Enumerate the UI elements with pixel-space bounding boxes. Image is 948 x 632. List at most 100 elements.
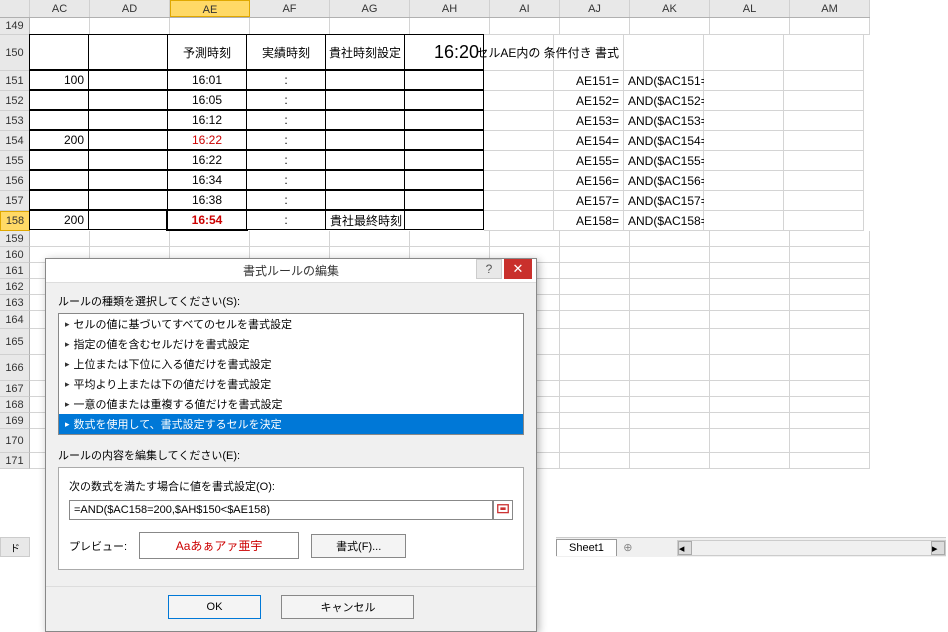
row-header-166[interactable]: 166 [0, 355, 30, 381]
row-header-169[interactable]: 169 [0, 413, 30, 429]
cell-AG152[interactable] [325, 90, 405, 110]
cell-AF156[interactable]: : [246, 170, 326, 190]
cell-AJ162[interactable] [560, 279, 630, 295]
row-header-162[interactable]: 162 [0, 279, 30, 295]
cell-AD149[interactable] [90, 18, 170, 35]
cell-AL155[interactable] [704, 151, 784, 171]
cell-AI151[interactable] [484, 71, 554, 91]
cell-AM154[interactable] [784, 131, 864, 151]
cell-AH159[interactable] [410, 231, 490, 247]
row-header-153[interactable]: 153 [0, 111, 30, 131]
ok-button[interactable]: OK [168, 595, 262, 619]
col-header-AD[interactable]: AD [90, 0, 170, 17]
cell-AM153[interactable] [784, 111, 864, 131]
rule-type-option[interactable]: セルの値に基づいてすべてのセルを書式設定 [59, 314, 523, 334]
cell-AH152[interactable] [404, 90, 484, 110]
cell-AG158[interactable]: 貴社最終時刻 [325, 210, 405, 230]
cell-AE149[interactable] [170, 18, 250, 35]
range-picker-button[interactable] [493, 500, 513, 520]
cell-AM157[interactable] [784, 191, 864, 211]
cell-AL161[interactable] [710, 263, 790, 279]
cell-AD152[interactable] [88, 90, 168, 110]
cell-AJ164[interactable] [560, 311, 630, 329]
cell-AG156[interactable] [325, 170, 405, 190]
cell-AG153[interactable] [325, 110, 405, 130]
cell-AC149[interactable] [30, 18, 90, 35]
row-header-159[interactable]: 159 [0, 231, 30, 247]
cell-AK158[interactable]: AND($AC158=200,$AH$150<$AE158) [624, 211, 704, 231]
select-all-corner[interactable] [0, 0, 30, 17]
cell-AJ163[interactable] [560, 295, 630, 311]
cell-AC154[interactable]: 200 [29, 130, 89, 150]
cell-AJ154[interactable]: AE154= [554, 131, 624, 151]
row-header-152[interactable]: 152 [0, 91, 30, 111]
cancel-button[interactable]: キャンセル [281, 595, 414, 619]
cell-AI153[interactable] [484, 111, 554, 131]
cell-AJ153[interactable]: AE153= [554, 111, 624, 131]
cell-AD156[interactable] [88, 170, 168, 190]
cell-AJ166[interactable] [560, 355, 630, 381]
row-header-165[interactable]: 165 [0, 329, 30, 355]
cell-AD158[interactable] [88, 210, 168, 230]
cell-AM156[interactable] [784, 171, 864, 191]
cell-AM161[interactable] [790, 263, 870, 279]
cell-AJ170[interactable] [560, 429, 630, 453]
cell-AG155[interactable] [325, 150, 405, 170]
cell-AG154[interactable] [325, 130, 405, 150]
cell-AM168[interactable] [790, 397, 870, 413]
cell-AM149[interactable] [790, 18, 870, 35]
col-header-AM[interactable]: AM [790, 0, 870, 17]
rule-type-option[interactable]: 指定の値を含むセルだけを書式設定 [59, 334, 523, 354]
cell-AD150[interactable] [88, 34, 168, 70]
cell-AG159[interactable] [330, 231, 410, 247]
cell-AM169[interactable] [790, 413, 870, 429]
cell-AF152[interactable]: : [246, 90, 326, 110]
cell-AK149[interactable] [630, 18, 710, 35]
cell-AD159[interactable] [90, 231, 170, 247]
cell-AH154[interactable] [404, 130, 484, 150]
cell-AM166[interactable] [790, 355, 870, 381]
cell-AM158[interactable] [784, 211, 864, 231]
cell-AC151[interactable]: 100 [29, 70, 89, 90]
cell-AM151[interactable] [784, 71, 864, 91]
cell-AJ167[interactable] [560, 381, 630, 397]
cell-AE157[interactable]: 16:38 [167, 190, 247, 210]
row-header-155[interactable]: 155 [0, 151, 30, 171]
cell-AD155[interactable] [88, 150, 168, 170]
cell-AM163[interactable] [790, 295, 870, 311]
col-header-AL[interactable]: AL [710, 0, 790, 17]
cell-AG151[interactable] [325, 70, 405, 90]
dialog-help-button[interactable]: ? [476, 259, 502, 279]
cell-AL164[interactable] [710, 311, 790, 329]
dialog-titlebar[interactable]: 書式ルールの編集 ? ✕ [46, 259, 536, 283]
cell-AJ168[interactable] [560, 397, 630, 413]
cell-AJ165[interactable] [560, 329, 630, 355]
cell-AI159[interactable] [490, 231, 560, 247]
cell-AG157[interactable] [325, 190, 405, 210]
col-header-AG[interactable]: AG [330, 0, 410, 17]
cell-AJ160[interactable] [560, 247, 630, 263]
cell-AF158[interactable]: : [246, 210, 326, 230]
cell-AD153[interactable] [88, 110, 168, 130]
cell-AI154[interactable] [484, 131, 554, 151]
cell-AJ158[interactable]: AE158= [554, 211, 624, 231]
cell-AM167[interactable] [790, 381, 870, 397]
cell-AL171[interactable] [710, 453, 790, 469]
cell-AJ161[interactable] [560, 263, 630, 279]
cell-AK152[interactable]: AND($AC152=200,$AH$150<$AE152) [624, 91, 704, 111]
cell-AH157[interactable] [404, 190, 484, 210]
cell-AK155[interactable]: AND($AC155=200,$AH$150<$AE155) [624, 151, 704, 171]
cell-AJ155[interactable]: AE155= [554, 151, 624, 171]
cell-AC156[interactable] [29, 170, 89, 190]
cell-AJ149[interactable] [560, 18, 630, 35]
row-header-167[interactable]: 167 [0, 381, 30, 397]
cell-AJ151[interactable]: AE151= [554, 71, 624, 91]
cell-AG149[interactable] [330, 18, 410, 35]
cell-AK150[interactable] [624, 35, 704, 71]
cell-AM165[interactable] [790, 329, 870, 355]
scrollbar-thumb[interactable]: ◂ [678, 541, 692, 555]
cell-AE158[interactable]: 16:54 [167, 210, 247, 230]
scrollbar-right-arrow[interactable]: ▸ [931, 541, 945, 555]
cell-AL170[interactable] [710, 429, 790, 453]
cell-AM152[interactable] [784, 91, 864, 111]
